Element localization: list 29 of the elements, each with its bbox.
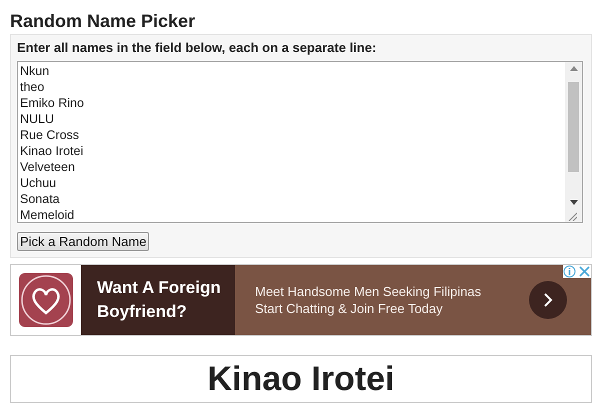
name-line: Uchuu xyxy=(20,175,58,191)
names-field[interactable]: Nkun theo Emiko Rino NULU Rue Cross Kinao Irotei Velveteen Uchuu Sonata Memeloid xyxy=(17,61,583,223)
scroll-up-icon[interactable] xyxy=(570,66,578,71)
close-icon[interactable] xyxy=(578,265,591,278)
ad-text: Start Chatting & Join Free Today xyxy=(255,301,444,316)
name-line: Emiko Rino xyxy=(20,95,85,111)
chevron-right-icon xyxy=(543,292,553,308)
ad-banner[interactable]: Want A Foreign Boyfriend? Meet Handsome Men Seeking Filipinas Start Chatting & Join Free Today xyxy=(10,264,592,336)
page-title: Random Name Picker xyxy=(10,11,196,31)
next-button[interactable] xyxy=(529,281,567,319)
info-icon[interactable] xyxy=(563,265,576,278)
ad-headline: Boyfriend? xyxy=(97,301,188,323)
name-line: Memeloid xyxy=(20,207,76,222)
pick-button[interactable]: Pick a Random Name xyxy=(17,232,150,251)
name-line: Sonata xyxy=(20,191,61,207)
name-line: Nkun xyxy=(20,63,50,79)
name-line: NULU xyxy=(20,111,56,127)
scrollbar[interactable] xyxy=(565,62,582,222)
ad-text: Meet Handsome Men Seeking Filipinas xyxy=(255,284,482,299)
name-line: Rue Cross xyxy=(20,127,80,143)
result-name: Kinao Irotei xyxy=(10,355,592,403)
name-line: Velveteen xyxy=(20,159,76,175)
scroll-down-icon[interactable] xyxy=(570,200,578,205)
resize-grip-icon[interactable] xyxy=(567,211,577,221)
heart-logo-icon xyxy=(19,273,73,327)
name-line: theo xyxy=(20,79,46,95)
ad-headline: Want A Foreign xyxy=(97,277,222,299)
name-line: Kinao Irotei xyxy=(20,143,84,159)
instructions-text: Enter all names in the field below, each on a separate line: xyxy=(17,40,378,56)
